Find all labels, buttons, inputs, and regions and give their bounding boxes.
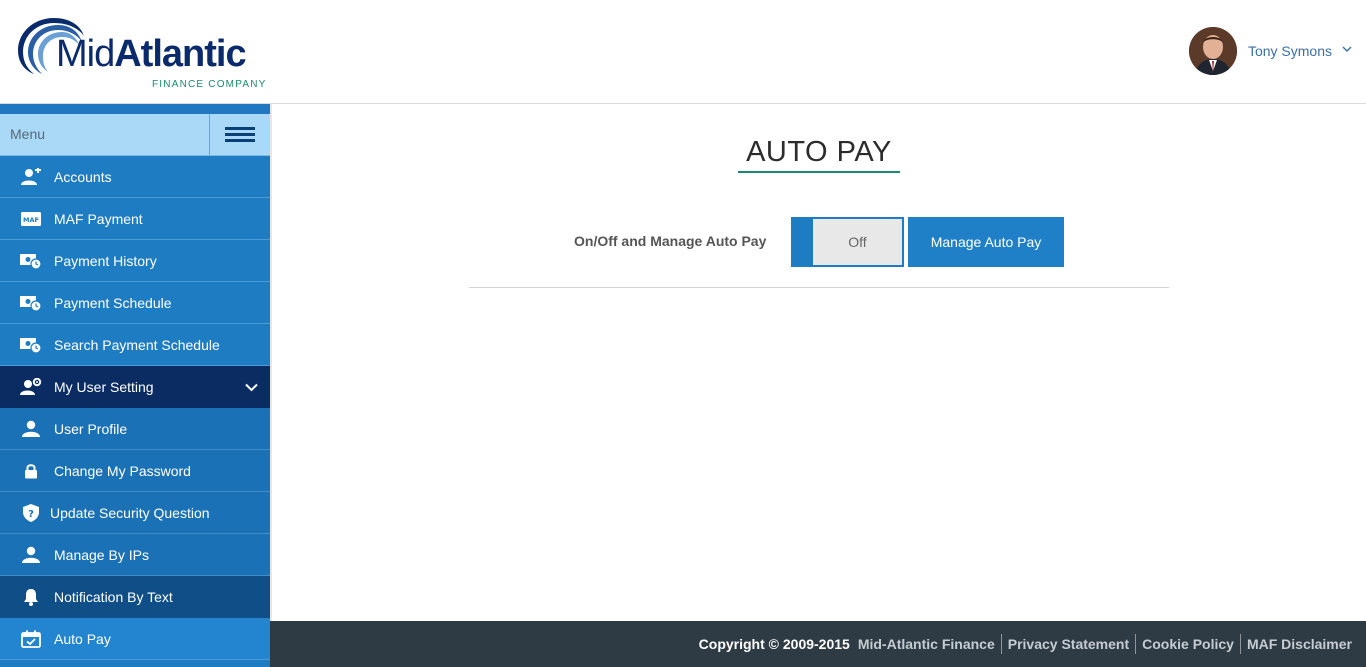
footer-link-disclaimer[interactable]: MAF Disclaimer (1241, 636, 1352, 652)
autopay-label: On/Off and Manage Auto Pay (574, 233, 767, 249)
user-icon (19, 419, 43, 439)
sidebar-item-label: User Profile (54, 420, 128, 437)
sidebar-top-strip (0, 104, 270, 114)
sidebar-item-label: Payment History (54, 252, 157, 269)
autopay-row: On/Off and Manage Auto Pay Off Manage Au… (272, 217, 1366, 267)
sidebar-item-label: Accounts (54, 168, 112, 185)
footer: Copyright © 2009-2015 Mid-Atlantic Finan… (270, 621, 1366, 667)
page-title: AUTO PAY (746, 136, 892, 168)
logo-subtitle: FINANCE COMPANY (152, 79, 267, 90)
footer-link-privacy[interactable]: Privacy Statement (1002, 636, 1135, 652)
autopay-toggle[interactable]: Off (791, 217, 904, 267)
sidebar-item-payment-schedule[interactable]: Payment Schedule (0, 282, 270, 324)
footer-link-mid-atlantic[interactable]: Mid-Atlantic Finance (858, 636, 1001, 652)
sidebar-item-accounts[interactable]: Accounts (0, 156, 270, 198)
user-add-icon (19, 167, 43, 187)
sidebar-item-manage-by-ips[interactable]: Manage By IPs (0, 534, 270, 576)
sidebar-item-label: Update Security Question (50, 504, 210, 521)
user-icon (19, 545, 43, 565)
menu-bar: Menu (0, 114, 270, 156)
calendar-check-icon (19, 629, 43, 649)
sidebar-item-notification-by-text[interactable]: Notification By Text (0, 576, 270, 618)
title-underline (738, 171, 900, 173)
payment-clock-icon (19, 335, 43, 355)
sidebar-item-my-user-setting[interactable]: My User Setting (0, 366, 270, 408)
divider (469, 287, 1169, 288)
header: MidAtlantic FINANCE COMPANY Tony Symons (0, 0, 1366, 104)
lock-icon (19, 461, 43, 481)
sidebar-item-user-profile[interactable]: User Profile (0, 408, 270, 450)
sidebar-item-auto-pay[interactable]: Auto Pay (0, 618, 270, 660)
sidebar-item-label: Manage By IPs (54, 546, 149, 563)
menu-label: Menu (10, 126, 46, 142)
menu-toggle-button[interactable] (209, 114, 270, 155)
user-name[interactable]: Tony Symons (1248, 43, 1332, 59)
user-menu[interactable]: Tony Symons (1188, 27, 1352, 75)
sidebar-item-search-payment-schedule[interactable]: Search Payment Schedule (0, 324, 270, 366)
sidebar-item-label: Notification By Text (54, 588, 173, 605)
sidebar-item-label: MAF Payment (54, 210, 143, 227)
sidebar-item-label: My User Setting (54, 378, 154, 395)
sidebar-item-update-security-question[interactable]: ? Update Security Question (0, 492, 270, 534)
sidebar-item-label: Change My Password (54, 462, 191, 479)
sidebar-item-maf-payment[interactable]: MAF MAF Payment (0, 198, 270, 240)
bell-icon (19, 587, 43, 607)
payment-clock-icon (19, 293, 43, 313)
manage-auto-pay-button[interactable]: Manage Auto Pay (908, 217, 1064, 267)
logo-wordmark: MidAtlantic (56, 33, 247, 75)
toggle-state: Off (813, 219, 902, 265)
sidebar-item-label: Payment Schedule (54, 294, 172, 311)
svg-text:?: ? (28, 509, 34, 520)
main-content: AUTO PAY On/Off and Manage Auto Pay Off … (270, 104, 1366, 621)
sidebar-item-change-password[interactable]: Change My Password (0, 450, 270, 492)
sidebar-item-label: Search Payment Schedule (54, 336, 220, 353)
payment-clock-icon (19, 251, 43, 271)
avatar[interactable] (1188, 27, 1237, 75)
avatar-photo (1188, 27, 1237, 75)
maf-card-icon: MAF (19, 209, 43, 229)
copyright-text: Copyright © 2009-2015 (698, 636, 850, 652)
chevron-down-icon[interactable] (1342, 44, 1352, 56)
sidebar-item-label: Auto Pay (54, 630, 111, 647)
shield-question-icon: ? (19, 503, 43, 523)
footer-link-cookie-policy[interactable]: Cookie Policy (1136, 636, 1240, 652)
sidebar-item-payment-history[interactable]: Payment History (0, 240, 270, 282)
hamburger-icon (225, 124, 255, 145)
user-gear-icon (19, 377, 43, 397)
chevron-down-icon[interactable] (245, 379, 258, 395)
svg-text:MAF: MAF (23, 216, 39, 224)
mid-atlantic-logo[interactable]: MidAtlantic FINANCE COMPANY (14, 14, 270, 94)
sidebar: Menu Accounts MAF MAF Payment Payment Hi… (0, 104, 270, 667)
